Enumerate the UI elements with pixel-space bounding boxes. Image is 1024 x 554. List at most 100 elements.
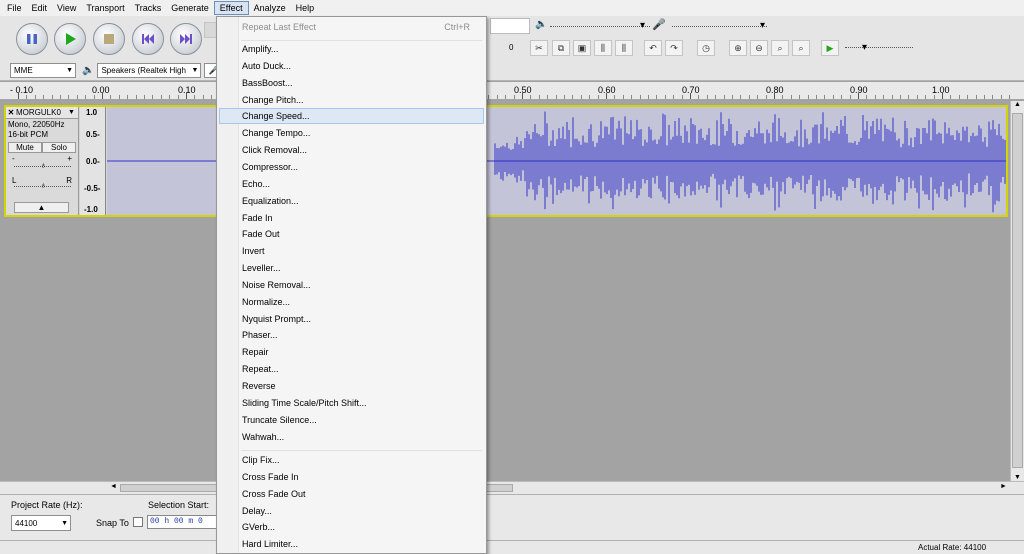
menu-item-effect[interactable]: Reverse xyxy=(219,378,484,394)
vertical-scroll-thumb[interactable] xyxy=(1012,113,1023,468)
snap-to-checkbox[interactable] xyxy=(133,517,143,527)
fit-project-button[interactable]: ⌕ xyxy=(792,40,810,56)
ruler-minor-tick xyxy=(782,95,783,99)
record-meter-scale xyxy=(672,26,767,27)
track-name[interactable]: MORGULK0 xyxy=(16,108,68,117)
solo-button[interactable]: Solo xyxy=(42,142,76,153)
output-device-select[interactable]: Speakers (Realtek High ▼ xyxy=(97,63,202,78)
menu-view[interactable]: View xyxy=(52,1,81,15)
ruler-minor-tick xyxy=(169,95,170,99)
menu-item-effect[interactable]: Fade Out xyxy=(219,226,484,242)
sync-lock-button[interactable]: ◷ xyxy=(697,40,715,56)
menu-edit[interactable]: Edit xyxy=(27,1,53,15)
cut-button[interactable]: ✂ xyxy=(530,40,548,56)
menu-item-effect[interactable]: Echo... xyxy=(219,176,484,192)
menu-item-effect[interactable]: Click Removal... xyxy=(219,142,484,158)
volume-slider-thumb[interactable]: ▾ xyxy=(640,20,645,31)
stop-button[interactable] xyxy=(93,23,125,55)
scroll-left-icon[interactable]: ◄ xyxy=(110,483,117,490)
chevron-down-icon[interactable]: ▼ xyxy=(68,109,78,116)
silence-button[interactable]: ⫼ xyxy=(615,40,633,56)
ruler-minor-tick xyxy=(665,95,666,99)
zoom-in-icon: ⊕ xyxy=(734,42,742,53)
menu-item-effect[interactable]: Wahwah... xyxy=(219,429,484,445)
gain-thumb[interactable]: ♁ xyxy=(40,160,47,170)
menu-item-effect[interactable]: Phaser... xyxy=(219,327,484,343)
menu-item-effect[interactable]: Normalize... xyxy=(219,294,484,310)
scroll-up-icon[interactable]: ▲ xyxy=(1011,101,1024,108)
menu-item-effect[interactable]: Noise Removal... xyxy=(219,277,484,293)
menu-item-effect[interactable]: Cross Fade Out xyxy=(219,486,484,502)
menu-effect[interactable]: Effect xyxy=(213,1,249,15)
menu-item-effect[interactable]: Change Tempo... xyxy=(219,125,484,141)
menu-item-effect[interactable]: Change Pitch... xyxy=(219,92,484,108)
play-at-speed-button[interactable]: ▶ xyxy=(821,40,839,56)
menu-analyze[interactable]: Analyze xyxy=(249,1,291,15)
menu-item-effect[interactable]: Truncate Silence... xyxy=(219,412,484,428)
skip-start-button[interactable] xyxy=(132,23,164,55)
collapse-button[interactable]: ▲ xyxy=(14,202,69,213)
timeline-ruler[interactable]: - 0.10 0.00 0.10 0.50 0.60 0.70 0.80 0.9… xyxy=(0,82,1024,100)
menu-item-effect[interactable]: Auto Duck... xyxy=(219,58,484,74)
play-speed-thumb[interactable]: ▾ xyxy=(862,42,867,53)
menu-item-effect[interactable]: Amplify... xyxy=(219,41,484,57)
mute-button[interactable]: Mute xyxy=(8,142,42,153)
selection-start-field[interactable]: 00 h 00 m 0 xyxy=(147,515,217,529)
project-rate-select[interactable]: 44100 ▼ xyxy=(11,515,71,531)
ruler-minor-tick xyxy=(925,95,926,99)
menu-item-repeat-last-effect[interactable]: Repeat Last Effect Ctrl+R xyxy=(219,19,484,35)
menu-item-effect[interactable]: Fade In xyxy=(219,210,484,226)
trim-button[interactable]: ⫼ xyxy=(594,40,612,56)
horizontal-scrollbar[interactable]: ◄ ► xyxy=(0,481,1024,494)
menu-item-effect[interactable]: Clip Fix... xyxy=(219,452,484,468)
skip-end-button[interactable] xyxy=(170,23,202,55)
ruler-minor-tick xyxy=(656,95,657,99)
ruler-major-tick xyxy=(942,93,943,99)
undo-button[interactable]: ↶ xyxy=(644,40,662,56)
menu-item-effect[interactable]: Leveller... xyxy=(219,260,484,276)
menu-item-effect[interactable]: Hard Limiter... xyxy=(219,536,484,552)
menu-tracks[interactable]: Tracks xyxy=(130,1,167,15)
close-icon[interactable]: ✕ xyxy=(6,108,16,117)
fit-selection-button[interactable]: ⌕ xyxy=(771,40,789,56)
track-info: Mono, 22050Hz 16-bit PCM xyxy=(6,119,78,141)
menu-help[interactable]: Help xyxy=(291,1,320,15)
menu-item-effect[interactable]: Compressor... xyxy=(219,159,484,175)
menu-item-effect[interactable]: BassBoost... xyxy=(219,75,484,91)
record-slider-thumb[interactable]: ▾ xyxy=(760,20,765,31)
pan-slider[interactable]: L R ♁ xyxy=(10,174,74,194)
menu-item-effect[interactable]: Repair xyxy=(219,344,484,360)
menu-item-effect[interactable]: Invert xyxy=(219,243,484,259)
play-speed-slider[interactable] xyxy=(845,47,913,48)
effect-menu-dropdown: Repeat Last Effect Ctrl+R Amplify... Auto… xyxy=(216,16,487,554)
vertical-scrollbar[interactable]: ▲ ▼ xyxy=(1010,101,1024,481)
scroll-down-icon[interactable]: ▼ xyxy=(1011,474,1024,481)
copy-button[interactable]: ⧉ xyxy=(552,40,570,56)
redo-button[interactable]: ↷ xyxy=(665,40,683,56)
pause-button[interactable] xyxy=(16,23,48,55)
scroll-right-icon[interactable]: ► xyxy=(1000,483,1007,490)
pan-thumb[interactable]: ♁ xyxy=(40,180,47,190)
gain-slider[interactable]: - + ♁ xyxy=(10,154,74,174)
menu-item-effect[interactable]: Change Speed... xyxy=(219,108,484,125)
menu-item-shortcut: Ctrl+R xyxy=(444,22,470,32)
menu-item-effect[interactable]: Repeat... xyxy=(219,361,484,377)
zoom-out-button[interactable]: ⊖ xyxy=(750,40,768,56)
ruler-minor-tick xyxy=(808,95,809,99)
menu-item-effect[interactable]: Nyquist Prompt... xyxy=(219,311,484,327)
menu-transport[interactable]: Transport xyxy=(81,1,129,15)
zoom-in-button[interactable]: ⊕ xyxy=(729,40,747,56)
menu-item-effect[interactable]: GVerb... xyxy=(219,519,484,535)
menu-item-effect[interactable]: Sliding Time Scale/Pitch Shift... xyxy=(219,395,484,411)
menu-file[interactable]: File xyxy=(2,1,27,15)
audio-host-select[interactable]: MME ▼ xyxy=(10,63,76,78)
menu-item-effect[interactable]: Cross Fade In xyxy=(219,469,484,485)
play-button[interactable] xyxy=(54,23,86,55)
menu-item-effect[interactable]: Equalization... xyxy=(219,193,484,209)
menu-generate[interactable]: Generate xyxy=(166,1,214,15)
menu-item-effect[interactable]: Delay... xyxy=(219,503,484,519)
audio-track[interactable]: ✕ MORGULK0 ▼ Mono, 22050Hz 16-bit PCM Mu… xyxy=(4,105,1008,217)
ruler-major-tick xyxy=(690,93,691,99)
paste-button[interactable]: ▣ xyxy=(573,40,591,56)
track-title-bar[interactable]: ✕ MORGULK0 ▼ xyxy=(6,107,78,119)
